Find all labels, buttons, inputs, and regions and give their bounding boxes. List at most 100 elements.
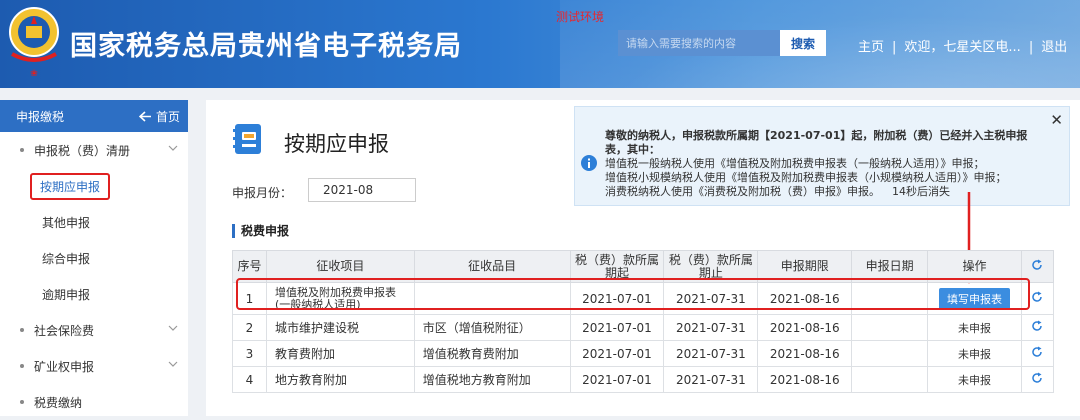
- sidebar-item-label: 综合申报: [42, 251, 91, 266]
- sidebar-item-tax-list[interactable]: 申报税（费）清册: [0, 132, 188, 168]
- back-arrow-icon: [138, 110, 151, 122]
- cell-status: 未申报: [927, 314, 1022, 341]
- cell-filing-date: [851, 314, 929, 341]
- main-panel: 按期应申报 申报月份： 2021-08 尊敬的纳税人，申报税款所属期【2021-…: [206, 100, 1080, 416]
- notice-line: 增值税一般纳税人使用《增值税及附加税费申报表（一般纳税人适用）》申报；: [605, 157, 985, 170]
- sidebar-item-label: 社会保险费: [34, 323, 95, 338]
- welcome-user-link[interactable]: 欢迎，七星关区电...: [904, 36, 1020, 55]
- cell-subitem: 市区（增值税附征）: [413, 314, 571, 341]
- cell-period-end: 2021-07-31: [663, 340, 759, 367]
- sidebar-item-comprehensive-filing[interactable]: 综合申报: [0, 240, 188, 276]
- notice-line: 尊敬的纳税人，申报税款所属期【2021-07-01】起，附加税（费）已经并入主税…: [605, 129, 1028, 142]
- home-link[interactable]: 主页: [858, 36, 884, 55]
- refresh-icon: [1032, 372, 1043, 383]
- bullet-icon: [20, 364, 24, 368]
- search-button[interactable]: 搜索: [780, 30, 826, 56]
- tax-bureau-emblem-icon: ❀: [9, 7, 59, 79]
- site-title: 国家税务总局贵州省电子税务局: [70, 31, 462, 62]
- cell-status: 未申报: [927, 340, 1022, 367]
- col-header-action: 操作: [927, 250, 1022, 283]
- col-header-period-end: 税（费）款所属 期止: [663, 250, 759, 283]
- notice-line-last: 消费税纳税人使用《消费税及附加税（费）申报》申报。 14秒后消失: [605, 185, 1045, 199]
- cell-filing-date: [851, 340, 929, 367]
- close-icon[interactable]: ✕: [1050, 113, 1063, 128]
- cell-refresh[interactable]: [1020, 366, 1055, 393]
- cell-period-end: 2021-07-31: [663, 366, 759, 393]
- refresh-icon: [1032, 291, 1043, 302]
- header-line: 期起: [604, 265, 629, 280]
- sidebar-item-social-insurance[interactable]: 社会保险费: [0, 312, 188, 348]
- table-row: 2 城市维护建设税 市区（增值税附征） 2021-07-01 2021-07-3…: [232, 314, 1055, 341]
- col-header-deadline: 申报期限: [757, 250, 853, 283]
- nav-separator: |: [892, 40, 897, 55]
- cell-refresh[interactable]: [1020, 340, 1055, 367]
- cell-subitem: 增值税教育费附加: [413, 340, 571, 367]
- col-header-seq: 序号: [232, 250, 267, 283]
- cell-seq: 2: [232, 314, 267, 341]
- header-line: 税（费）款所属: [574, 252, 659, 267]
- cell-refresh[interactable]: [1020, 314, 1055, 341]
- page-title: 按期应申报: [284, 132, 389, 156]
- sidebar-item-label: 申报税（费）清册: [34, 143, 131, 158]
- cell-refresh[interactable]: [1020, 282, 1055, 315]
- col-header-refresh[interactable]: [1020, 250, 1055, 283]
- table-header-row: 序号 征收项目 征收品目 税（费）款所属 期起 税（费）款所属 期止 申报期限 申报…: [232, 250, 1055, 283]
- cell-item-line: (一般纳税人适用): [274, 297, 361, 311]
- table-row: 3 教育费附加 增值税教育费附加 2021-07-01 2021-07-31 2…: [232, 340, 1055, 367]
- sidebar-title: 申报缴税: [16, 109, 65, 124]
- filing-month-input[interactable]: 2021-08: [308, 178, 416, 202]
- sidebar-item-periodic-filing[interactable]: 按期应申报: [0, 168, 188, 204]
- logout-link[interactable]: 退出: [1041, 36, 1067, 55]
- sidebar-item-tax-payment[interactable]: 税费缴纳: [0, 384, 188, 420]
- sidebar-item-label: 税费缴纳: [34, 395, 83, 410]
- table-row: 1 增值税及附加税费申报表 (一般纳税人适用) 2021-07-01 2021-0…: [232, 282, 1055, 315]
- cell-filing-date: [851, 366, 929, 393]
- tax-filing-table: 序号 征收项目 征收品目 税（费）款所属 期起 税（费）款所属 期止 申报期限 申报…: [232, 250, 1055, 393]
- sidebar-header: 申报缴税 首页: [0, 100, 188, 132]
- cell-period-start: 2021-07-01: [569, 282, 665, 315]
- cell-deadline: 2021-08-16: [757, 340, 853, 367]
- header-line: 期止: [698, 265, 723, 280]
- refresh-icon: [1032, 320, 1043, 331]
- section-title: 税费申报: [232, 224, 289, 238]
- cell-deadline: 2021-08-16: [757, 366, 853, 393]
- sidebar-item-mining-rights[interactable]: 矿业权申报: [0, 348, 188, 384]
- bullet-icon: [20, 328, 24, 332]
- search-input[interactable]: [618, 30, 780, 56]
- info-icon: [581, 155, 597, 171]
- cell-item: 地方教育附加: [265, 366, 415, 393]
- cell-period-start: 2021-07-01: [569, 366, 665, 393]
- col-header-filing-date: 申报日期: [851, 250, 929, 283]
- svg-text:❀: ❀: [30, 69, 38, 79]
- bullet-icon: [20, 400, 24, 404]
- bullet-icon: [20, 148, 24, 152]
- cell-period-start: 2021-07-01: [569, 340, 665, 367]
- sidebar-item-other-filing[interactable]: 其他申报: [0, 204, 188, 240]
- fill-form-button[interactable]: 填写申报表: [939, 287, 1011, 310]
- cell-seq: 3: [232, 340, 267, 367]
- cell-action: 填写申报表: [927, 282, 1022, 315]
- cell-deadline: 2021-08-16: [757, 314, 853, 341]
- cell-period-end: 2021-07-31: [663, 282, 759, 315]
- cell-seq: 1: [232, 282, 267, 315]
- cell-subitem: 增值税地方教育附加: [413, 366, 571, 393]
- top-nav: 主页 | 欢迎，七星关区电... | 退出: [858, 36, 1067, 55]
- sidebar-item-overdue-filing[interactable]: 逾期申报: [0, 276, 188, 312]
- refresh-icon: [1032, 259, 1043, 270]
- cell-item: 城市维护建设税: [265, 314, 415, 341]
- col-header-period-start: 税（费）款所属 期起: [569, 250, 665, 283]
- filing-document-icon: [233, 124, 261, 154]
- cell-status: 未申报: [927, 366, 1022, 393]
- sidebar-home-link[interactable]: 首页: [138, 108, 180, 125]
- nav-separator: |: [1028, 40, 1034, 55]
- notice-line: 表，其中：: [605, 143, 660, 156]
- cell-deadline: 2021-08-16: [757, 282, 853, 315]
- top-header: ❀ 国家税务总局贵州省电子税务局 测试环境 搜索 主页 | 欢迎，七星关区电... |…: [0, 0, 1080, 88]
- table-row: 4 地方教育附加 增值税地方教育附加 2021-07-01 2021-07-31…: [232, 366, 1055, 393]
- sidebar-item-label: 其他申报: [42, 215, 91, 230]
- cell-item: 增值税及附加税费申报表 (一般纳税人适用): [265, 282, 415, 315]
- sidebar: 申报缴税 首页 申报税（费）清册 按期应申报 其他申报 综合申报 逾期申报 社会…: [0, 100, 188, 416]
- notice-line: 增值税小规模纳税人使用《增值税及附加税费申报表（小规模纳税人适用）》申报；: [605, 171, 1007, 184]
- sidebar-item-label: 逾期申报: [42, 287, 91, 302]
- notice-banner: 尊敬的纳税人，申报税款所属期【2021-07-01】起，附加税（费）已经并入主税…: [574, 106, 1070, 206]
